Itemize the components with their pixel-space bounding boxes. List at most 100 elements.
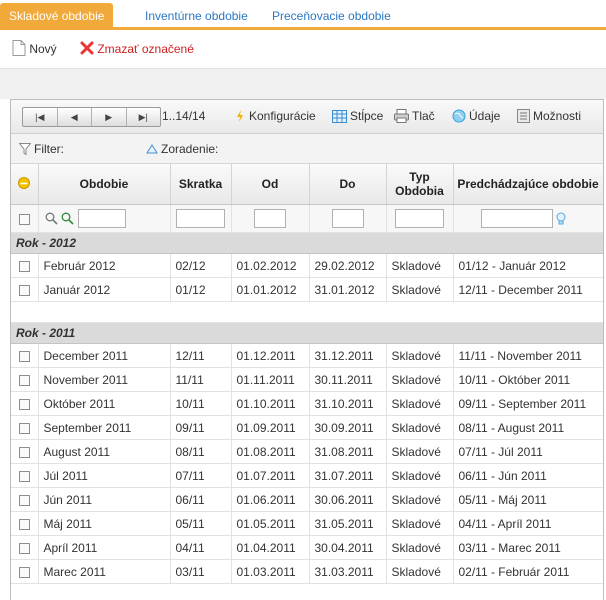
delete-x-icon xyxy=(80,41,94,55)
data-globe-icon xyxy=(452,109,466,123)
table-row[interactable]: Júl 2011 07/11 01.07.2011 31.07.2011 Skladov… xyxy=(11,463,603,488)
table-row[interactable]: Máj 2011 05/11 01.05.2011 31.05.2011 Skladov… xyxy=(11,511,603,536)
cell-predchadzajuce-obdobie: 11/11 - November 2011 xyxy=(453,343,603,368)
cell-obdobie: August 2011 xyxy=(38,439,171,464)
cell-od: 01.05.2011 xyxy=(231,511,310,536)
cell-predchadzajuce-obdobie: 09/11 - September 2011 xyxy=(453,391,603,416)
row-checkbox[interactable] xyxy=(18,398,30,410)
row-checkbox[interactable] xyxy=(18,374,30,386)
cell-typ-obdobia: Skladové xyxy=(386,511,454,536)
column-header-do[interactable]: Do xyxy=(309,164,387,205)
row-checkbox[interactable] xyxy=(18,284,30,296)
print-button[interactable]: Tlač xyxy=(394,109,435,123)
cell-typ-obdobia: Skladové xyxy=(386,391,454,416)
cell-obdobie: Jún 2011 xyxy=(38,487,171,512)
table-row[interactable]: Január 2012 01/12 01.01.2012 31.01.2012 Skla… xyxy=(11,277,603,302)
cell-obdobie: Marec 2011 xyxy=(38,559,171,584)
columns-button[interactable]: Stĺpce xyxy=(332,109,383,123)
filter-input-do[interactable] xyxy=(331,209,364,228)
table-row[interactable]: Jún 2011 06/11 01.06.2011 30.06.2011 Skladov… xyxy=(11,487,603,512)
select-all-cell xyxy=(11,204,39,233)
new-button[interactable]: Nový xyxy=(12,40,57,58)
row-checkbox[interactable] xyxy=(18,350,30,362)
table-row[interactable]: Október 2011 10/11 01.10.2011 31.10.2011 Skl… xyxy=(11,391,603,416)
cell-od: 01.09.2011 xyxy=(231,415,310,440)
row-checkbox[interactable] xyxy=(18,470,30,482)
cell-do: 30.06.2011 xyxy=(309,487,387,512)
cell-do: 31.07.2011 xyxy=(309,463,387,488)
row-checkbox[interactable] xyxy=(18,446,30,458)
configurations-button[interactable]: Konfigurácie xyxy=(234,109,316,123)
column-header-predchadzajuce-obdobie[interactable]: Predchádzajúce obdobie xyxy=(453,164,603,205)
cell-typ-obdobia: Skladové xyxy=(386,439,454,464)
options-label: Možnosti xyxy=(533,109,582,123)
table-row[interactable]: November 2011 11/11 01.11.2011 30.11.2011 Sk… xyxy=(11,367,603,392)
cell-do: 31.12.2011 xyxy=(309,343,387,368)
cell-od: 01.04.2011 xyxy=(231,535,310,560)
table-row[interactable]: Február 2012 02/12 01.02.2012 29.02.2012 Skl… xyxy=(11,253,603,278)
configurations-icon xyxy=(237,110,243,122)
table-row[interactable]: Apríl 2011 04/11 01.04.2011 30.04.2011 Sklad… xyxy=(11,535,603,560)
row-checkbox[interactable] xyxy=(18,422,30,434)
filter-input-predchadzajuce[interactable] xyxy=(480,209,553,228)
row-checkbox-cell xyxy=(11,391,39,416)
last-page-button[interactable]: ▶| xyxy=(127,108,161,126)
filter-cell-obdobie xyxy=(38,204,171,233)
cell-skratka: 05/11 xyxy=(170,511,232,536)
table-row[interactable]: August 2011 08/11 01.08.2011 31.08.2011 Skla… xyxy=(11,439,603,464)
filter-cell-od xyxy=(231,204,310,233)
column-header-typ-obdobia[interactable]: Typ Obdobia xyxy=(386,164,454,205)
options-button[interactable]: Možnosti xyxy=(517,109,581,123)
lightbulb-icon[interactable] xyxy=(556,212,566,226)
cell-predchadzajuce-obdobie: 10/11 - Október 2011 xyxy=(453,367,603,392)
row-checkbox[interactable] xyxy=(18,494,30,506)
filter-cell-typ xyxy=(386,204,454,233)
cell-typ-obdobia: Skladové xyxy=(386,487,454,512)
status-smiley-icon xyxy=(18,176,31,189)
advanced-search-icon[interactable] xyxy=(61,212,75,225)
row-checkbox-cell xyxy=(11,277,39,302)
delete-selected-button[interactable]: Zmazať označené xyxy=(80,40,194,58)
tab-precenovacie-obdobie[interactable]: Preceňovacie obdobie xyxy=(263,3,400,30)
row-checkbox[interactable] xyxy=(18,260,30,272)
row-checkbox-cell xyxy=(11,367,39,392)
filter-input-obdobie[interactable] xyxy=(78,209,127,228)
cell-do: 30.11.2011 xyxy=(309,367,387,392)
filter-input-skratka[interactable] xyxy=(176,209,225,228)
funnel-icon xyxy=(19,143,31,155)
table-row[interactable]: December 2011 12/11 01.12.2011 31.12.2011 Sk… xyxy=(11,343,603,368)
filter-input-od[interactable] xyxy=(254,209,286,228)
tab-skladove-obdobie[interactable]: Skladové obdobie xyxy=(0,3,114,30)
table-row[interactable]: September 2011 09/11 01.09.2011 30.09.2011 S… xyxy=(11,415,603,440)
cell-od: 01.07.2011 xyxy=(231,463,310,488)
row-checkbox[interactable] xyxy=(18,518,30,530)
cell-od: 01.06.2011 xyxy=(231,487,310,512)
column-header-obdobie[interactable]: Obdobie xyxy=(38,164,171,205)
cell-skratka: 02/12 xyxy=(170,253,232,278)
cell-obdobie: Apríl 2011 xyxy=(38,535,171,560)
next-page-button[interactable]: ▶ xyxy=(92,108,127,126)
row-checkbox[interactable] xyxy=(18,566,30,578)
first-page-button[interactable]: |◀ xyxy=(23,108,58,126)
filter-input-typ[interactable] xyxy=(395,209,444,228)
prev-page-button[interactable]: ◀ xyxy=(58,108,92,126)
cell-skratka: 08/11 xyxy=(170,439,232,464)
cell-od: 01.01.2012 xyxy=(231,277,310,302)
cell-predchadzajuce-obdobie: 02/11 - Február 2011 xyxy=(453,559,603,584)
data-button[interactable]: Údaje xyxy=(452,109,500,123)
search-icon[interactable] xyxy=(45,212,58,225)
column-header-od[interactable]: Od xyxy=(231,164,310,205)
row-checkbox-cell xyxy=(11,511,39,536)
group-header-row[interactable]: Rok - 2011 xyxy=(11,322,603,344)
columns-icon xyxy=(332,109,347,123)
table-row[interactable]: Marec 2011 03/11 01.03.2011 31.03.2011 Sklad… xyxy=(11,559,603,584)
filter-toggle[interactable]: Filter: xyxy=(19,142,64,156)
row-checkbox-cell xyxy=(11,535,39,560)
select-all-checkbox[interactable] xyxy=(18,213,30,225)
column-header-skratka[interactable]: Skratka xyxy=(170,164,232,205)
sort-toggle[interactable]: Zoradenie: xyxy=(146,142,218,156)
tab-inventurne-obdobie[interactable]: Inventúrne obdobie xyxy=(136,3,257,30)
group-header-row[interactable]: Rok - 2012 xyxy=(11,232,603,254)
row-checkbox[interactable] xyxy=(18,542,30,554)
header-row: Obdobie Skratka Od Do Typ Obdobia Predch… xyxy=(11,164,603,205)
